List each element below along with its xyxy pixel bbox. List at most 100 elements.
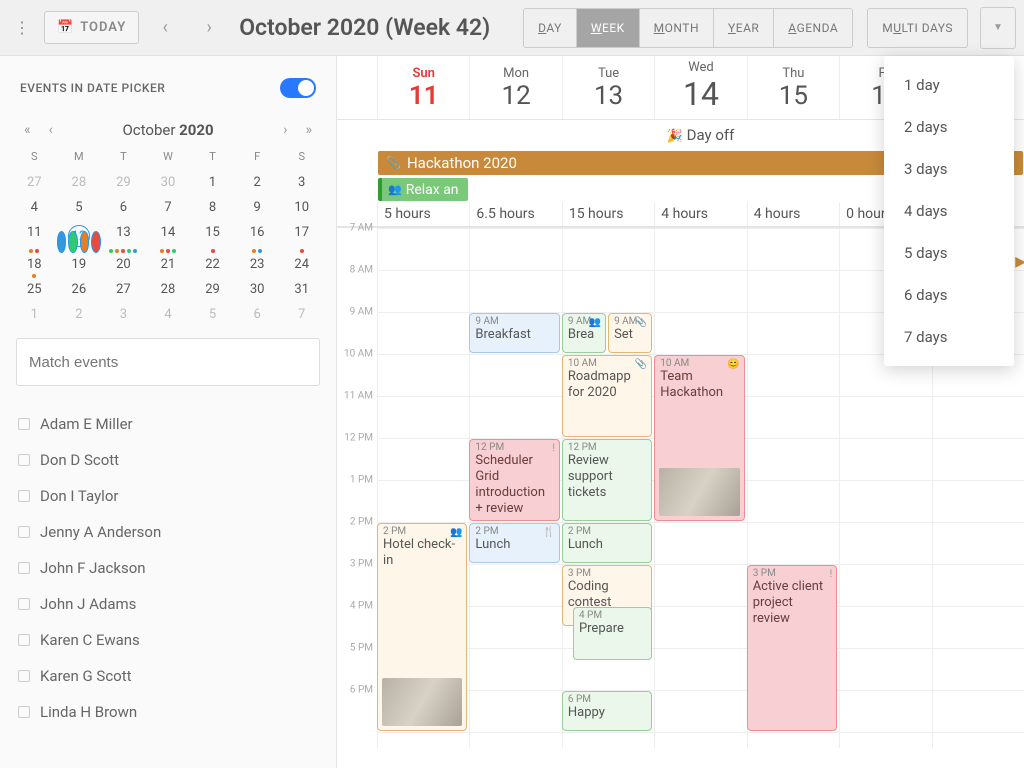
event-icon: !	[552, 443, 555, 454]
event-lunch2[interactable]: 2 PMLunch	[562, 523, 652, 563]
day-header[interactable]: Tue13	[562, 56, 654, 119]
event-happy[interactable]: 6 PMHappy	[562, 691, 652, 731]
mini-cal-day[interactable]: 25	[12, 276, 57, 301]
events-toggle[interactable]	[280, 78, 316, 98]
today-button[interactable]: 📅 TODAY	[44, 11, 139, 44]
day-hours-total: 15 hours	[562, 202, 654, 226]
mini-cal-day[interactable]: 4	[146, 301, 191, 326]
mini-cal-day[interactable]: 20	[101, 251, 146, 276]
mini-cal-day[interactable]: 3	[279, 169, 324, 194]
event-setx[interactable]: 9 AMSet📎	[608, 313, 652, 353]
mini-cal-day[interactable]: 19	[57, 251, 102, 276]
dropdown-item[interactable]: 4 days	[884, 190, 1014, 232]
view-year-button[interactable]: YEAR	[714, 9, 774, 47]
view-week-button[interactable]: WEEK	[577, 9, 640, 47]
mini-cal-day[interactable]: 14	[146, 219, 191, 251]
day-header[interactable]: Sun11	[377, 56, 469, 119]
person-item[interactable]: John F Jackson	[6, 550, 330, 586]
day-header[interactable]: Thu15	[747, 56, 839, 119]
mini-cal-day[interactable]: 18	[12, 251, 57, 276]
mini-cal-day[interactable]: 5	[57, 194, 102, 219]
mini-cal-day[interactable]: 6	[101, 194, 146, 219]
day-off-chip[interactable]: 🎉 Day off	[659, 124, 743, 146]
event-review[interactable]: 12 PMReview support tickets	[562, 439, 652, 521]
mini-cal-day[interactable]: 10	[279, 194, 324, 219]
mini-cal-day[interactable]: 28	[146, 276, 191, 301]
view-month-button[interactable]: MONTH	[640, 9, 714, 47]
mini-prev-year-icon[interactable]: «	[18, 118, 37, 142]
person-item[interactable]: Karen C Ewans	[6, 622, 330, 658]
dropdown-item[interactable]: 5 days	[884, 232, 1014, 274]
mini-cal-day[interactable]: 29	[190, 276, 235, 301]
mini-cal-day[interactable]: 4	[12, 194, 57, 219]
person-item[interactable]: Karen G Scott	[6, 658, 330, 694]
dropdown-item[interactable]: 7 days	[884, 316, 1014, 358]
mini-next-month-icon[interactable]: ›	[277, 118, 293, 142]
event-brea2[interactable]: 9 AMBrea👥	[562, 313, 606, 353]
event-sched[interactable]: 12 PMScheduler Grid introduction + revie…	[469, 439, 559, 521]
mini-cal-day[interactable]: 27	[101, 276, 146, 301]
mini-cal-day[interactable]: 17	[279, 219, 324, 251]
event-hotel[interactable]: 2 PMHotel check-in👥	[377, 523, 467, 731]
multi-days-button[interactable]: MULTI DAYS	[867, 8, 968, 48]
person-item[interactable]: Adam E Miller	[6, 406, 330, 442]
mini-cal-day[interactable]: 6	[235, 301, 280, 326]
mini-cal-day[interactable]: 21	[146, 251, 191, 276]
relax-chip[interactable]: 👥 Relax an	[378, 178, 468, 201]
mini-next-year-icon[interactable]: »	[299, 118, 318, 142]
mini-cal-day[interactable]: 8	[190, 194, 235, 219]
mini-cal-day[interactable]: 27	[12, 169, 57, 194]
mini-cal-day[interactable]: 12	[57, 219, 102, 251]
prev-arrow-icon[interactable]: ‹	[147, 10, 183, 46]
mini-cal-day[interactable]: 3	[101, 301, 146, 326]
event-image	[382, 678, 462, 726]
menu-dots-icon[interactable]: ⋮	[8, 8, 36, 48]
multi-days-dropdown-toggle[interactable]: ▼	[980, 7, 1016, 49]
event-breakfast[interactable]: 9 AMBreakfast	[469, 313, 559, 353]
mini-cal-day[interactable]: 1	[12, 301, 57, 326]
mini-cal-day[interactable]: 30	[235, 276, 280, 301]
person-item[interactable]: Don I Taylor	[6, 478, 330, 514]
day-header[interactable]: Mon12	[469, 56, 561, 119]
mini-cal-day[interactable]: 23	[235, 251, 280, 276]
view-agenda-button[interactable]: AGENDA	[774, 9, 852, 47]
mini-cal-day[interactable]: 1	[190, 169, 235, 194]
event-team[interactable]: 10 AMTeam Hackathon😊	[654, 355, 744, 521]
dropdown-item[interactable]: 1 day	[884, 64, 1014, 106]
day-header[interactable]: Wed14	[654, 56, 746, 119]
person-item[interactable]: Jenny A Anderson	[6, 514, 330, 550]
event-icon: !	[830, 569, 833, 580]
dropdown-item[interactable]: 2 days	[884, 106, 1014, 148]
mini-cal-day[interactable]: 7	[279, 301, 324, 326]
mini-cal-day[interactable]: 2	[57, 301, 102, 326]
events-toggle-row: EVENTS IN DATE PICKER	[0, 68, 336, 116]
mini-cal-day[interactable]: 13	[101, 219, 146, 251]
mini-cal-day[interactable]: 24	[279, 251, 324, 276]
event-road[interactable]: 10 AMRoadmapp for 2020📎	[562, 355, 652, 437]
event-lunch1[interactable]: 2 PMLunch🍴	[469, 523, 559, 563]
mini-cal-day[interactable]: 22	[190, 251, 235, 276]
event-prep[interactable]: 4 PMPrepare	[573, 607, 652, 660]
mini-cal-day[interactable]: 30	[146, 169, 191, 194]
mini-cal-day[interactable]: 15	[190, 219, 235, 251]
event-active[interactable]: 3 PMActive client project review!	[747, 565, 837, 731]
mini-cal-day[interactable]: 2	[235, 169, 280, 194]
person-item[interactable]: Don D Scott	[6, 442, 330, 478]
person-item[interactable]: Linda H Brown	[6, 694, 330, 730]
dropdown-item[interactable]: 6 days	[884, 274, 1014, 316]
view-day-button[interactable]: DAY	[524, 9, 577, 47]
mini-cal-day[interactable]: 5	[190, 301, 235, 326]
mini-cal-day[interactable]: 16	[235, 219, 280, 251]
mini-cal-day[interactable]: 29	[101, 169, 146, 194]
mini-cal-day[interactable]: 28	[57, 169, 102, 194]
search-input[interactable]	[16, 338, 320, 386]
mini-cal-day[interactable]: 9	[235, 194, 280, 219]
mini-cal-day[interactable]: 11	[12, 219, 57, 251]
next-arrow-icon[interactable]: ›	[191, 10, 227, 46]
dropdown-item[interactable]: 3 days	[884, 148, 1014, 190]
person-item[interactable]: John J Adams	[6, 586, 330, 622]
mini-prev-month-icon[interactable]: ‹	[43, 118, 59, 142]
mini-cal-day[interactable]: 7	[146, 194, 191, 219]
mini-cal-day[interactable]: 31	[279, 276, 324, 301]
mini-cal-day[interactable]: 26	[57, 276, 102, 301]
